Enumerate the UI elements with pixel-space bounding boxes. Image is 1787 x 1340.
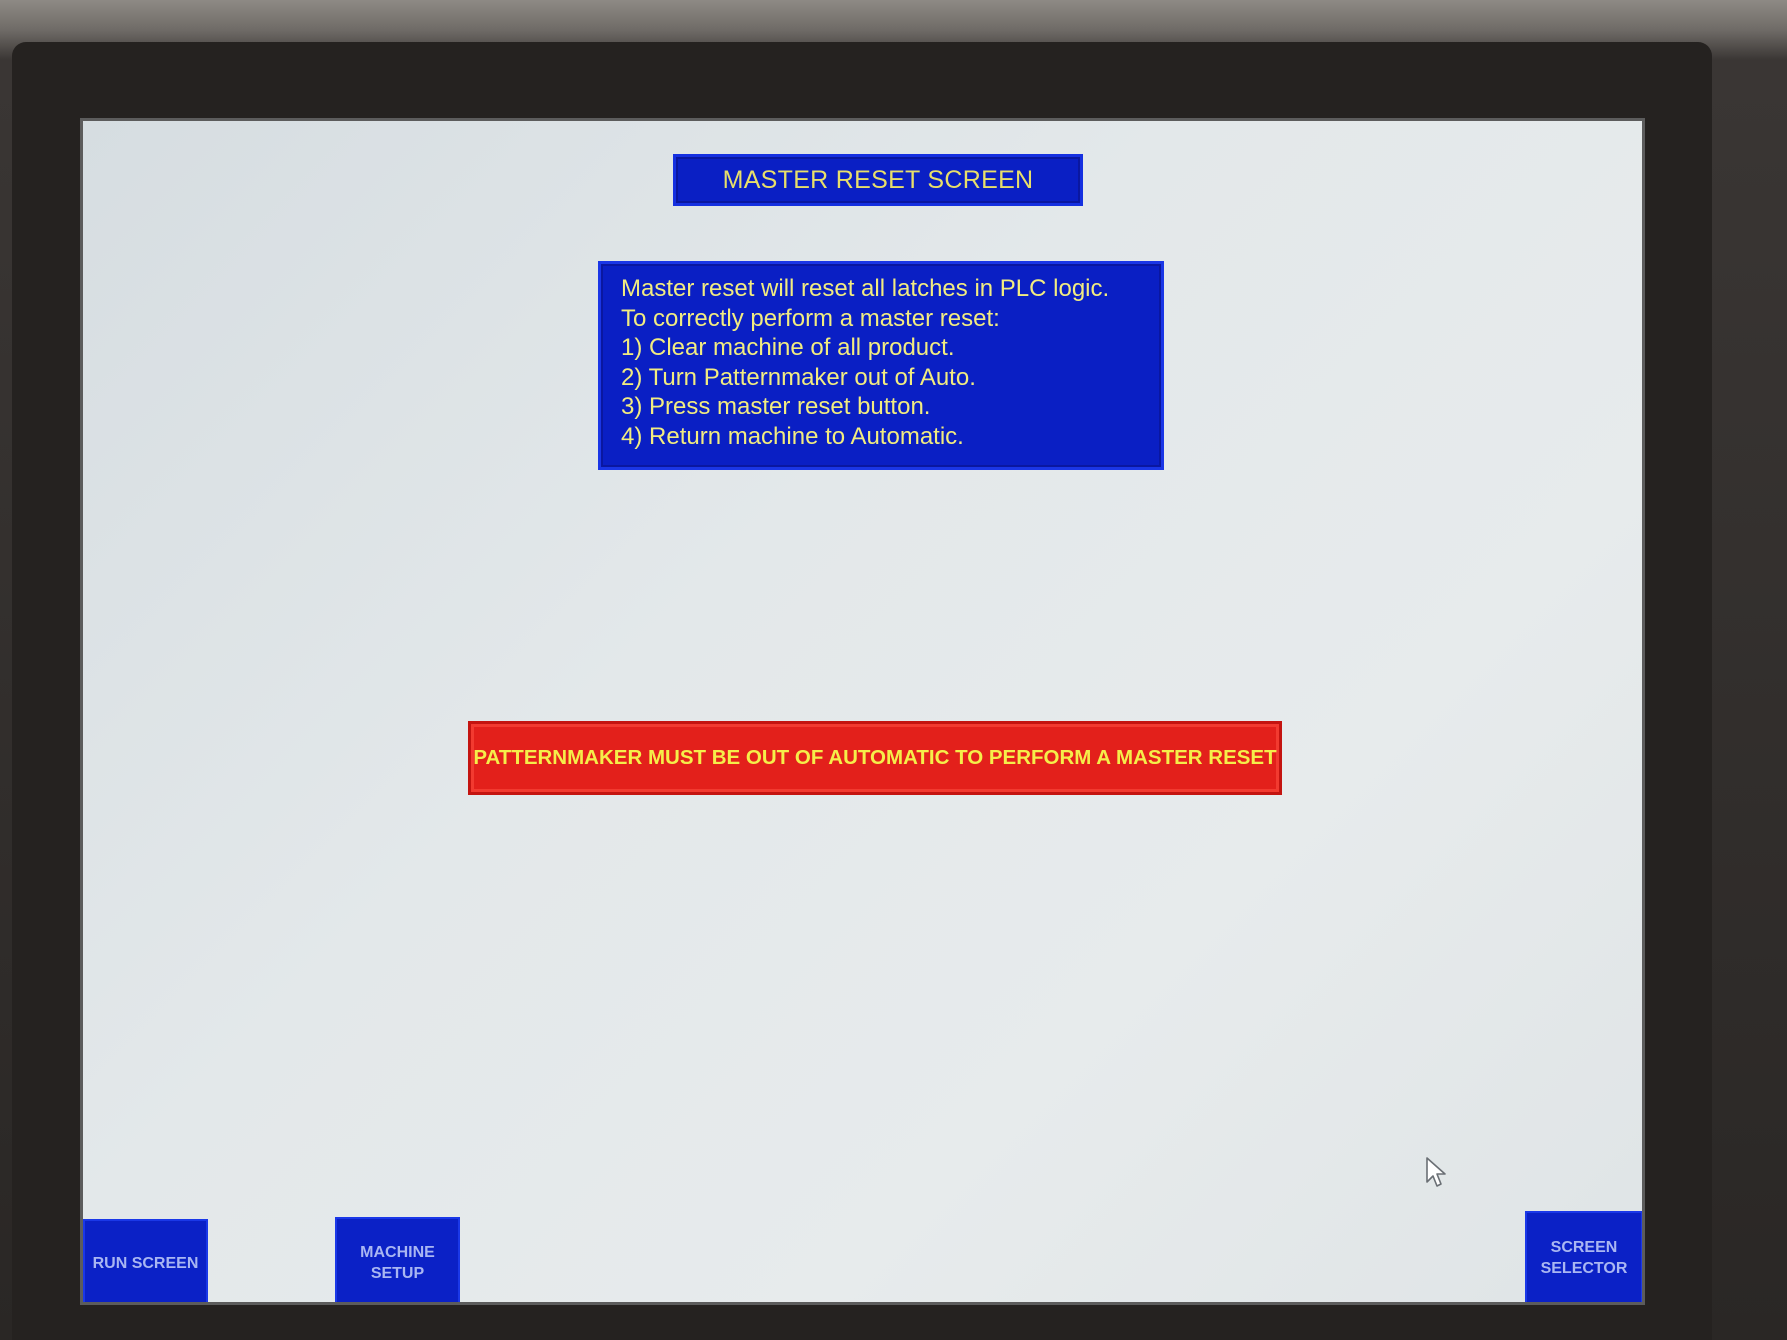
instructions-panel: Master reset will reset all latches in P… xyxy=(598,261,1164,470)
page-title: MASTER RESET SCREEN xyxy=(673,154,1083,206)
mouse-pointer-icon xyxy=(1426,1157,1446,1187)
screen-selector-label-line1: SCREEN xyxy=(1550,1239,1618,1256)
machine-setup-label-line1: MACHINE xyxy=(360,1243,435,1261)
master-reset-warning-banner[interactable]: PATTERNMAKER MUST BE OUT OF AUTOMATIC TO… xyxy=(468,721,1282,795)
instruction-step-2: 2) Turn Patternmaker out of Auto. xyxy=(621,363,976,391)
instruction-line: Master reset will reset all latches in P… xyxy=(621,275,1110,302)
screen-selector-label: SCREEN SELECTOR xyxy=(1541,1237,1628,1279)
instruction-line: To correctly perform a master reset: xyxy=(621,304,1000,332)
machine-setup-button[interactable]: MACHINE SETUP xyxy=(335,1217,460,1302)
instruction-step-1: 1) Clear machine of all product. xyxy=(621,334,955,361)
run-screen-label: RUN SCREEN xyxy=(92,1255,199,1272)
machine-setup-label: MACHINE SETUP xyxy=(360,1242,435,1284)
hmi-screen: MASTER RESET SCREEN Master reset will re… xyxy=(80,118,1645,1305)
warning-text: PATTERNMAKER MUST BE OUT OF AUTOMATIC TO… xyxy=(473,746,1277,769)
screen-selector-button[interactable]: SCREEN SELECTOR xyxy=(1525,1211,1642,1302)
instruction-step-3: 3) Press master reset button. xyxy=(621,393,931,420)
machine-setup-label-line2: SETUP xyxy=(370,1264,425,1282)
instruction-step-4: 4) Return machine to Automatic. xyxy=(621,422,964,450)
screen-selector-label-line2: SELECTOR xyxy=(1540,1260,1628,1277)
run-screen-button[interactable]: RUN SCREEN xyxy=(83,1219,208,1302)
page-title-text: MASTER RESET SCREEN xyxy=(722,165,1034,194)
